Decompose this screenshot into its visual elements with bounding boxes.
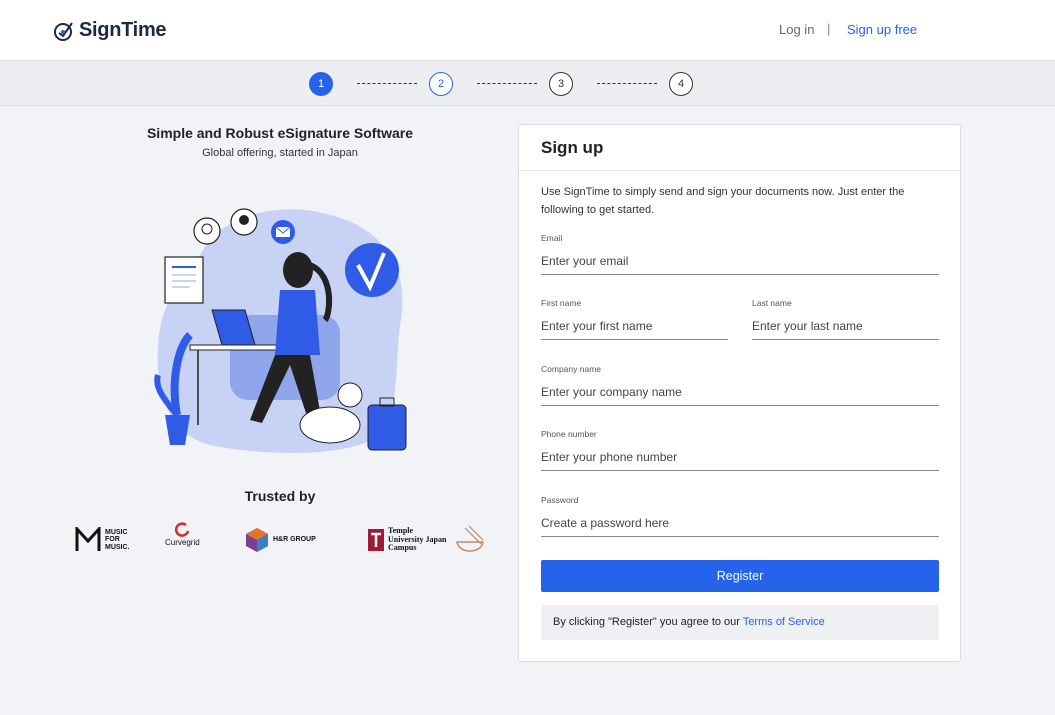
logo[interactable]: SignTime: [53, 19, 167, 42]
hr-group-text: H&R GROUP: [273, 536, 316, 544]
phone-label: Phone number: [541, 429, 597, 439]
brand-name: SignTime: [79, 19, 167, 41]
email-input[interactable]: [541, 254, 939, 275]
step-connector: [357, 83, 417, 84]
company-input[interactable]: [541, 385, 939, 406]
phone-field-group: Phone number: [541, 429, 939, 471]
first-name-input[interactable]: [541, 319, 728, 340]
curvegrid-logo: Curvegrid: [165, 522, 200, 558]
trusted-logos: MUSIC FOR MUSIC. Curvegrid H&R GROUP Tem…: [70, 522, 490, 562]
card-divider: [519, 170, 960, 171]
signup-title: Sign up: [541, 138, 604, 157]
hr-group-logo: H&R GROUP: [245, 522, 316, 558]
hero-title: Simple and Robust eSignature Software: [146, 125, 414, 141]
register-button[interactable]: Register: [541, 560, 939, 592]
first-name-label: First name: [541, 298, 582, 308]
music-for-music-logo: MUSIC FOR MUSIC.: [75, 522, 135, 558]
company-field-group: Company name: [541, 364, 939, 406]
terms-prefix: By clicking "Register" you agree to our: [553, 616, 743, 628]
email-field-group: Email: [541, 233, 939, 275]
music-for-music-mark-icon: [75, 527, 101, 551]
music-for-music-text: MUSIC FOR MUSIC.: [105, 528, 130, 551]
password-field-group: Password: [541, 495, 939, 537]
signup-card: Sign up Use SignTime to simply send and …: [518, 124, 961, 662]
signing-illustration: [154, 208, 407, 454]
last-name-field-group: Last name: [752, 298, 939, 340]
step-2: 2: [429, 72, 453, 96]
step-4: 4: [669, 72, 693, 96]
phone-input[interactable]: [541, 450, 939, 471]
top-header: SignTime Log in | Sign up free: [0, 0, 1055, 61]
password-input[interactable]: [541, 516, 939, 537]
first-name-field-group: First name: [541, 298, 728, 340]
signup-free-link[interactable]: Sign up free: [847, 22, 917, 37]
ramen-shop-logo: [455, 522, 485, 558]
company-label: Company name: [541, 364, 602, 374]
last-name-label: Last name: [752, 298, 792, 308]
hr-group-cube-icon: [246, 528, 268, 552]
temple-university-text: Temple University Japan Campus: [388, 526, 447, 553]
progress-stepper: 1 2 3 4: [0, 61, 1055, 106]
curvegrid-text: Curvegrid: [165, 538, 200, 547]
step-3: 3: [549, 72, 573, 96]
hero-subtitle: Global offering, started in Japan: [202, 147, 358, 159]
ramen-bowl-icon: [456, 525, 484, 552]
password-label: Password: [541, 495, 579, 505]
temple-university-logo: Temple University Japan Campus: [368, 522, 448, 558]
email-label: Email: [541, 233, 563, 243]
login-link[interactable]: Log in: [779, 22, 814, 37]
terms-of-service-link[interactable]: Terms of Service: [743, 616, 825, 628]
nav-separator: |: [827, 21, 831, 36]
step-connector: [597, 83, 657, 84]
step-connector: [477, 83, 537, 84]
signtime-logo-icon: [54, 21, 73, 41]
terms-notice: By clicking "Register" you agree to our …: [541, 605, 939, 640]
signup-intro: Use SignTime to simply send and sign you…: [541, 186, 905, 216]
last-name-input[interactable]: [752, 319, 939, 340]
step-1: 1: [309, 72, 333, 96]
temple-t-icon: [368, 529, 384, 551]
curvegrid-mark-icon: [175, 522, 190, 537]
trusted-by-heading: Trusted by: [244, 488, 316, 504]
